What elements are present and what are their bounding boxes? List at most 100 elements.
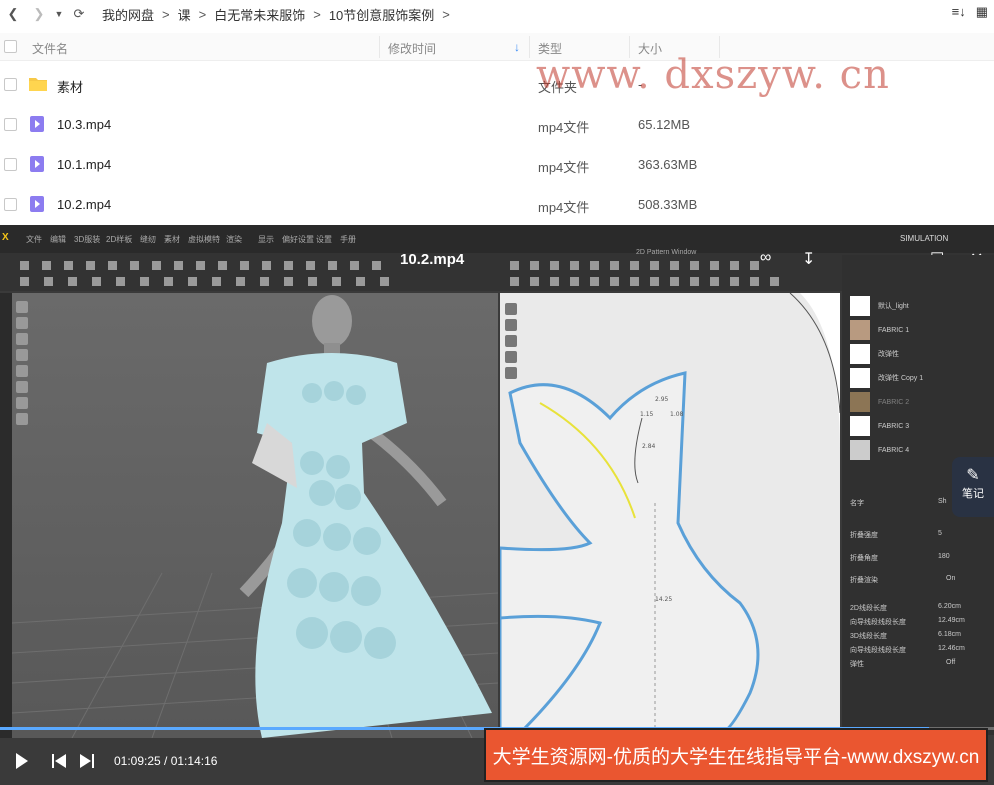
fabric-swatch xyxy=(850,344,870,364)
refresh-icon[interactable]: ⟳ xyxy=(66,6,92,22)
video-file-icon xyxy=(30,156,44,172)
file-size: 363.63MB xyxy=(638,157,698,172)
property-row: 向导线段线段长度 12.49cm xyxy=(850,617,965,626)
menu-item: 文件 xyxy=(26,235,42,244)
measure-label: 14.25 xyxy=(655,596,672,603)
fabric-swatch xyxy=(850,320,870,340)
menu-item: 3D服装 xyxy=(74,235,101,244)
3d-viewport xyxy=(12,293,498,738)
file-row[interactable]: 10.3.mp4 mp4文件 65.12MB xyxy=(0,104,994,144)
column-header-modified[interactable]: 修改时间 xyxy=(388,40,436,57)
property-row: 名字 Sh xyxy=(850,498,947,507)
file-name[interactable]: 10.1.mp4 xyxy=(57,157,111,172)
breadcrumb-root[interactable]: 我的网盘 xyxy=(102,5,154,24)
playback-buttons xyxy=(16,753,94,769)
watermark: www. dxszyw. cn xyxy=(536,52,890,98)
forward-icon[interactable]: ❯ xyxy=(26,6,52,22)
download-icon[interactable]: ↧ xyxy=(802,249,815,269)
fabric-swatch xyxy=(850,296,870,316)
row-checkbox[interactable] xyxy=(4,118,17,131)
next-icon[interactable] xyxy=(80,754,94,768)
time-display: 01:09:25 / 01:14:16 xyxy=(114,754,218,768)
notes-icon: ✎ xyxy=(966,467,980,484)
fabric-item: FABRIC 3 xyxy=(850,415,909,437)
menu-item: 编辑 xyxy=(50,235,66,244)
property-row: 折叠强度 5 xyxy=(850,530,942,539)
menu-item: 手册 xyxy=(340,235,356,244)
fabric-item: 改弹性 xyxy=(850,343,899,365)
select-all-checkbox[interactable] xyxy=(4,40,17,53)
notes-label: 笔记 xyxy=(962,488,984,500)
avatar-dress-render xyxy=(12,295,498,738)
breadcrumb-current[interactable]: 10节创意服饰案例 xyxy=(329,5,434,24)
column-header-name[interactable]: 文件名 xyxy=(32,40,68,57)
3d-toolbar xyxy=(14,297,32,429)
menu-item: 缝纫 xyxy=(140,235,156,244)
video-title: 10.2.mp4 xyxy=(400,251,465,268)
left-tool-strip xyxy=(0,293,12,738)
fabric-item: FABRIC 4 xyxy=(850,439,909,461)
file-type: mp4文件 xyxy=(538,160,590,175)
pattern-window-title: 2D Pattern Window xyxy=(636,249,697,256)
share-icon[interactable]: ∞ xyxy=(760,249,771,267)
fabric-swatch xyxy=(850,368,870,388)
2d-toolbar xyxy=(504,299,520,383)
breadcrumb-separator: > xyxy=(442,6,450,22)
breadcrumb-item[interactable]: 白无常未来服饰 xyxy=(214,5,305,24)
fabric-swatch xyxy=(850,440,870,460)
row-checkbox[interactable] xyxy=(4,158,17,171)
column-divider xyxy=(379,36,380,58)
site-banner: 大学生资源网-优质的大学生在线指导平台-www.dxszyw.cn xyxy=(484,728,988,782)
file-size: 65.12MB xyxy=(638,117,691,132)
2d-pattern-viewport: 2.95 1.15 1.08 2.84 14.25 xyxy=(500,293,840,733)
measure-label: 2.95 xyxy=(655,396,669,403)
property-row: 向导线段线段长度 12.46cm xyxy=(850,645,965,654)
property-row: 折叠渲染 On xyxy=(850,575,956,584)
video-file-icon xyxy=(30,116,44,132)
menu-item: 设置 xyxy=(316,235,332,244)
row-checkbox[interactable] xyxy=(4,78,17,91)
file-name[interactable]: 10.2.mp4 xyxy=(57,197,111,212)
navigation-bar: ❮ ❯ ▼ ⟳ 我的网盘 > 课 > 白无常未来服饰 > 10节创意服饰案例 >… xyxy=(0,0,994,28)
breadcrumb-separator: > xyxy=(198,6,207,22)
back-icon[interactable]: ❮ xyxy=(0,6,26,22)
menu-item: 偏好设置 xyxy=(282,235,314,244)
folder-icon xyxy=(29,78,47,91)
property-row: 弹性 Off xyxy=(850,659,956,668)
file-type: mp4文件 xyxy=(538,200,590,215)
measure-label: 2.84 xyxy=(642,443,656,450)
video-file-icon xyxy=(30,196,44,212)
file-type: mp4文件 xyxy=(538,120,590,135)
fabric-item: FABRIC 2 xyxy=(850,391,909,413)
menu-item: 素材 xyxy=(164,235,180,244)
fabric-item: FABRIC 1 xyxy=(850,319,909,341)
row-checkbox[interactable] xyxy=(4,198,17,211)
fabric-item: 改弹性 Copy 1 xyxy=(850,367,923,389)
property-row: 折叠角度 180 xyxy=(850,553,950,562)
sort-icon[interactable]: ≡↓ xyxy=(952,4,966,20)
file-row[interactable]: 10.2.mp4 mp4文件 508.33MB xyxy=(0,184,994,224)
app-logo: X xyxy=(2,232,9,243)
property-row: 3D线段长度 6.18cm xyxy=(850,631,961,640)
breadcrumb-separator: > xyxy=(162,6,170,22)
file-name[interactable]: 10.3.mp4 xyxy=(57,117,111,132)
previous-icon[interactable] xyxy=(52,754,66,768)
file-name[interactable]: 素材 xyxy=(57,77,83,96)
play-icon[interactable] xyxy=(16,753,28,769)
measure-label: 1.15 xyxy=(640,411,654,418)
history-dropdown-icon[interactable]: ▼ xyxy=(52,9,66,19)
sort-arrow-icon[interactable]: ↓ xyxy=(514,40,520,54)
menu-item: 2D样板 xyxy=(106,235,133,244)
file-row[interactable]: 10.1.mp4 mp4文件 363.63MB xyxy=(0,144,994,184)
fabric-swatch xyxy=(850,392,870,412)
property-row: 2D线段长度 6.20cm xyxy=(850,603,961,612)
fabric-swatch xyxy=(850,416,870,436)
column-divider xyxy=(529,36,530,58)
menu-item: 渲染 xyxy=(226,235,242,244)
breadcrumb-item[interactable]: 课 xyxy=(178,5,191,24)
menu-item: 显示 xyxy=(258,235,274,244)
notes-button[interactable]: ✎ 笔记 xyxy=(952,457,994,517)
video-player[interactable]: X 文件 编辑 3D服装 2D样板 缝纫 素材 虚拟模特 渲染 显示 偏好设置 … xyxy=(0,225,994,785)
breadcrumb-separator: > xyxy=(313,6,321,22)
grid-view-icon[interactable]: ▦ xyxy=(976,4,988,20)
